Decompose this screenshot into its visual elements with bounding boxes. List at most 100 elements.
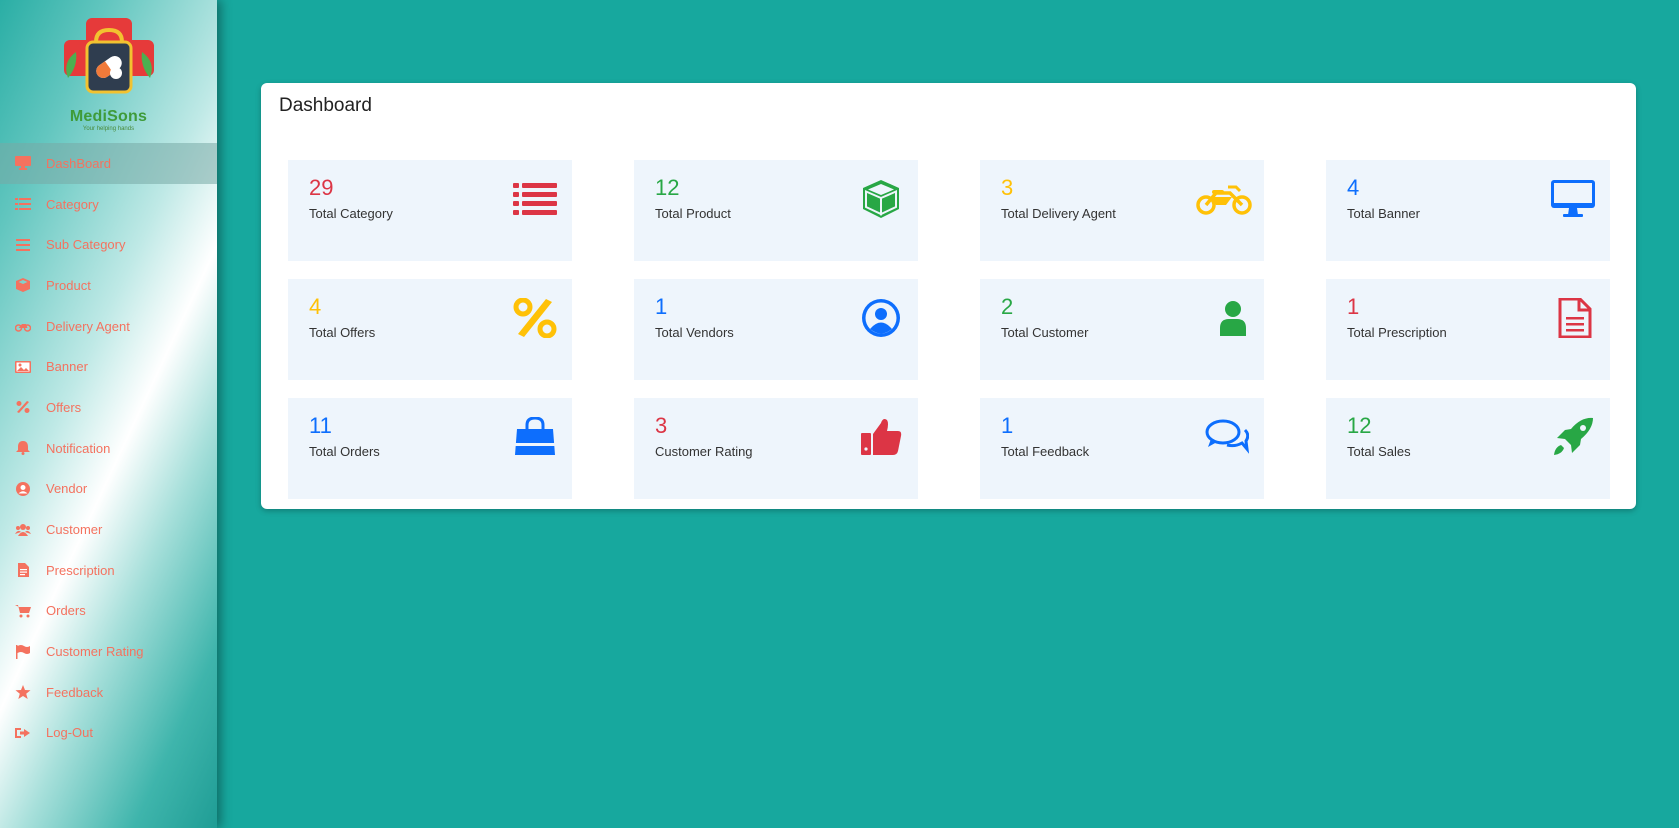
list-icon (14, 197, 32, 211)
sidebar-item-label: Log-Out (46, 725, 93, 741)
stat-label: Customer Rating (655, 444, 753, 459)
stat-value: 12 (655, 175, 680, 200)
stat-tile-customer-rating[interactable]: 3 Customer Rating (634, 398, 918, 499)
sidebar-item-label: Sub Category (46, 237, 126, 253)
sidebar-item-customer-rating[interactable]: Customer Rating (0, 631, 217, 672)
stat-label: Total Vendors (655, 325, 734, 340)
sidebar-item-log-out[interactable]: Log-Out (0, 713, 217, 754)
sidebar-item-vendor[interactable]: Vendor (0, 469, 217, 510)
sidebar-item-label: Offers (46, 399, 82, 415)
motorcycle-icon (14, 319, 32, 333)
stat-label: Total Delivery Agent (1001, 206, 1116, 221)
user-circle-icon (858, 297, 904, 339)
sidebar-item-label: Delivery Agent (46, 318, 130, 334)
sidebar-item-orders[interactable]: Orders (0, 591, 217, 632)
brand-tagline: Your helping hands (82, 125, 135, 132)
sidebar-item-label: Feedback (46, 684, 104, 700)
sidebar-item-delivery-agent[interactable]: Delivery Agent (0, 306, 217, 347)
stat-value: 4 (309, 294, 322, 319)
stat-value: 2 (1001, 294, 1014, 319)
brand-name: MediSons (69, 107, 148, 125)
sidebar-nav: DashBoard Category Sub Category Product … (0, 143, 217, 753)
sidebar-item-feedback[interactable]: Feedback (0, 672, 217, 713)
sidebar: MediSons Your helping hands DashBoard Ca… (0, 0, 217, 828)
cart-icon (14, 604, 32, 618)
rocket-icon (1550, 416, 1596, 458)
stat-tile-vendors[interactable]: 1 Total Vendors (634, 279, 918, 380)
user-circle-icon (14, 481, 32, 496)
thumbs-up-icon (858, 416, 904, 458)
stat-tile-sales[interactable]: 12 Total Sales (1326, 398, 1610, 499)
stat-label: Total Banner (1347, 206, 1420, 221)
sidebar-item-label: DashBoard (46, 155, 112, 171)
sidebar-item-label: Orders (46, 603, 86, 619)
stat-label: Total Product (655, 206, 731, 221)
percent-icon (14, 400, 32, 414)
shopping-bag-icon (512, 416, 558, 458)
stat-tile-feedback[interactable]: 1 Total Feedback (980, 398, 1264, 499)
box-icon (14, 278, 32, 293)
sidebar-item-dashboard[interactable]: DashBoard (0, 143, 217, 184)
stat-tile-delivery-agent[interactable]: 3 Total Delivery Agent (980, 160, 1264, 261)
sidebar-item-label: Prescription (46, 562, 115, 578)
percent-icon (512, 297, 558, 339)
stat-tile-orders[interactable]: 11 Total Orders (288, 398, 572, 499)
stat-label: Total Category (309, 206, 393, 221)
stats-grid: 29 Total Category 12 Total Product 3 Tot… (288, 160, 1610, 499)
stat-tile-banner[interactable]: 4 Total Banner (1326, 160, 1610, 261)
sidebar-item-sub-category[interactable]: Sub Category (0, 224, 217, 265)
sidebar-item-product[interactable]: Product (0, 265, 217, 306)
dashboard-card: Dashboard 29 Total Category 12 Total Pro… (261, 83, 1636, 509)
sidebar-item-label: Category (46, 196, 99, 212)
medisons-logo-icon (63, 17, 154, 93)
stat-label: Total Offers (309, 325, 376, 340)
comments-icon (1204, 416, 1250, 458)
page-title: Dashboard (279, 95, 372, 116)
sidebar-item-prescription[interactable]: Prescription (0, 550, 217, 591)
file-icon (14, 563, 32, 578)
stat-label: Total Orders (309, 444, 380, 459)
brand-logo[interactable]: MediSons Your helping hands (0, 0, 217, 143)
bars-icon (14, 238, 32, 252)
sidebar-item-label: Vendor (46, 481, 88, 497)
sidebar-item-category[interactable]: Category (0, 184, 217, 225)
stat-label: Total Prescription (1347, 325, 1447, 340)
sidebar-item-label: Banner (46, 359, 88, 375)
users-icon (14, 523, 32, 537)
stat-value: 11 (309, 413, 332, 438)
file-text-icon (1550, 297, 1596, 339)
desktop-icon (1550, 178, 1596, 220)
sidebar-item-label: Product (46, 277, 91, 293)
stat-value: 29 (309, 175, 334, 200)
stat-label: Total Sales (1347, 444, 1411, 459)
sidebar-item-notification[interactable]: Notification (0, 428, 217, 469)
user-icon (1204, 297, 1250, 339)
sidebar-item-banner[interactable]: Banner (0, 346, 217, 387)
sidebar-item-label: Customer Rating (46, 644, 144, 660)
stat-label: Total Feedback (1001, 444, 1090, 459)
stat-value: 1 (1001, 413, 1014, 438)
stat-tile-product[interactable]: 12 Total Product (634, 160, 918, 261)
stat-value: 12 (1347, 413, 1372, 438)
stat-tile-customer[interactable]: 2 Total Customer (980, 279, 1264, 380)
stat-value: 4 (1347, 175, 1360, 200)
sidebar-item-customer[interactable]: Customer (0, 509, 217, 550)
cube-icon (858, 178, 904, 220)
list-icon (512, 178, 558, 220)
monitor-icon (14, 156, 32, 171)
sidebar-item-label: Customer (46, 522, 103, 538)
image-icon (14, 360, 32, 374)
sidebar-item-label: Notification (46, 440, 111, 456)
stat-label: Total Customer (1001, 325, 1089, 340)
stat-value: 1 (1347, 294, 1360, 319)
stat-value: 3 (655, 413, 668, 438)
bell-icon (14, 441, 32, 456)
sidebar-item-offers[interactable]: Offers (0, 387, 217, 428)
stat-tile-prescription[interactable]: 1 Total Prescription (1326, 279, 1610, 380)
sign-out-icon (14, 726, 32, 740)
motorcycle-icon (1196, 178, 1252, 220)
stat-tile-category[interactable]: 29 Total Category (288, 160, 572, 261)
stat-value: 1 (655, 294, 668, 319)
stat-tile-offers[interactable]: 4 Total Offers (288, 279, 572, 380)
stat-value: 3 (1001, 175, 1014, 200)
